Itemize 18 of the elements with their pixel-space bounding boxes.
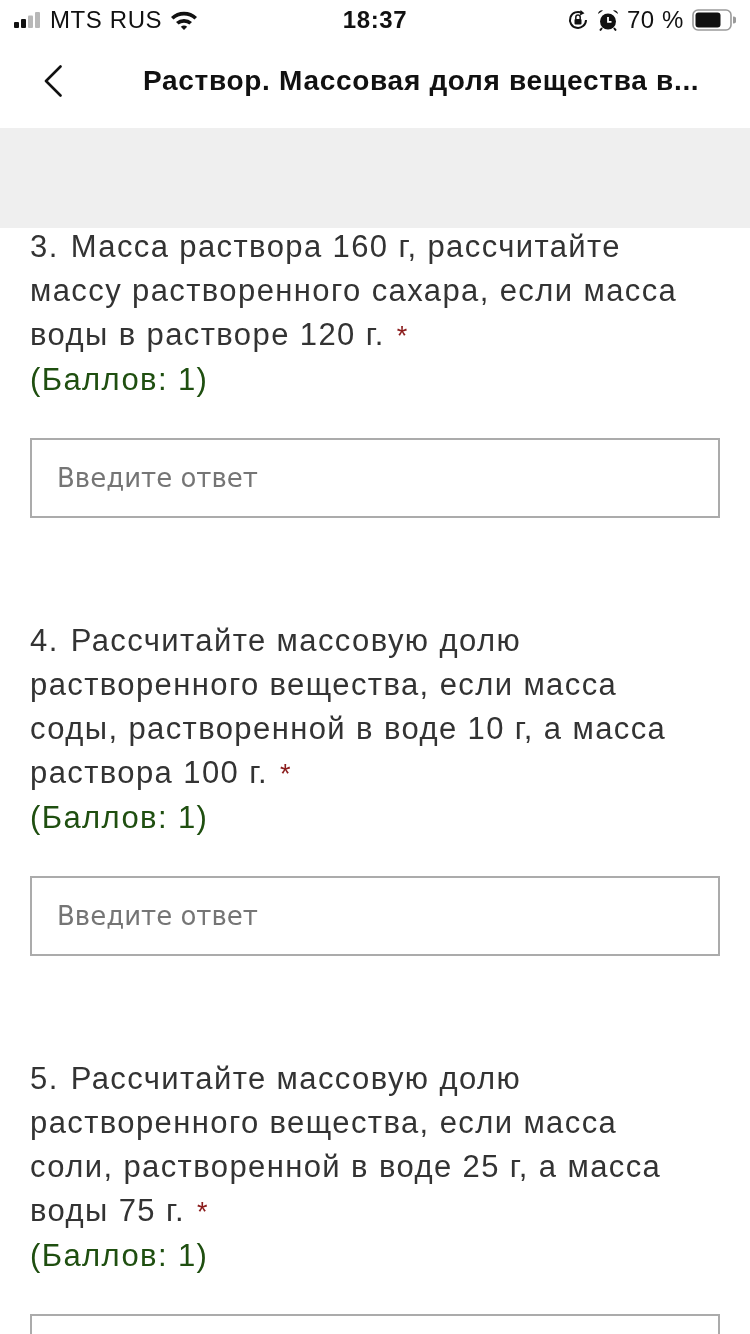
status-time: 18:37 bbox=[342, 6, 408, 34]
rotation-lock-icon bbox=[566, 9, 589, 31]
question-text: 5. Рассчитайте массовую долю растворенного вещества, если масса соли, растворенной в воде 25 г, а масса воды 75 г. * bbox=[30, 1060, 663, 1230]
wifi-icon bbox=[170, 10, 199, 30]
question-points: (Баллов: 1) bbox=[30, 799, 209, 837]
question-points: (Баллов: 1) bbox=[30, 1237, 209, 1275]
alarm-clock-icon bbox=[596, 9, 619, 31]
signal-icon bbox=[14, 12, 42, 28]
answer-field[interactable]: Введите ответ bbox=[30, 438, 720, 518]
answer-field[interactable]: Введите ответ bbox=[30, 876, 720, 956]
question-text: 4. Рассчитайте массовую долю растворенного вещества, если масса соды, растворенной в воде 10 г, а масса раствора 100 г. * bbox=[30, 622, 668, 792]
question-points: (Баллов: 1) bbox=[30, 361, 209, 399]
battery-icon bbox=[692, 9, 736, 31]
question-text: 3. Масса раствора 160 г, рассчитайте массу растворенного сахара, если масса воды в растворе 120 г. * bbox=[30, 228, 679, 354]
page-title: Раствор. Массовая доля вещества в... bbox=[143, 65, 700, 97]
carrier-name: MTS RUS bbox=[50, 6, 163, 34]
back-chevron-icon bbox=[44, 65, 62, 97]
battery-percentage: 70 % bbox=[626, 6, 684, 34]
